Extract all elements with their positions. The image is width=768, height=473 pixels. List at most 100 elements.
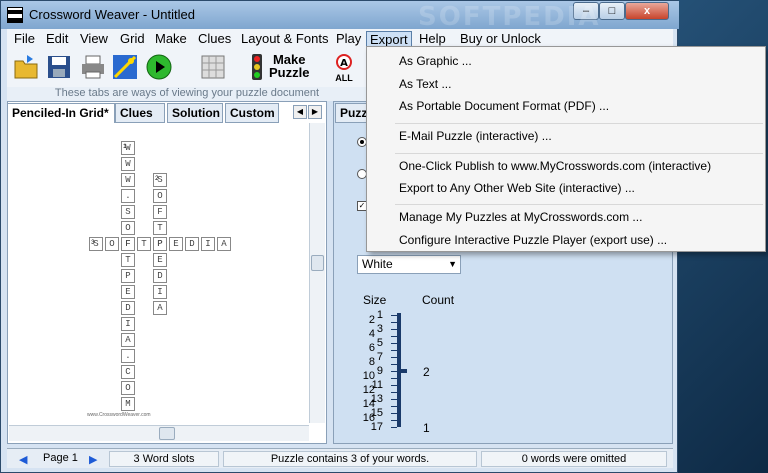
window-title: Crossword Weaver - Untitled: [29, 7, 195, 22]
size-slider-thumb[interactable]: [397, 369, 407, 373]
clue-number: 1: [123, 143, 127, 150]
cell-letter: W: [125, 159, 131, 169]
cell-letter: P: [125, 271, 131, 281]
grid-pattern-icon[interactable]: [199, 53, 227, 81]
one-click-publish[interactable]: One-Click Publish to www.MyCrosswords.co…: [399, 156, 711, 176]
cell-letter: I: [125, 319, 131, 329]
maximize-button[interactable]: □: [599, 2, 625, 20]
manage-my-puzzles[interactable]: Manage My Puzzles at MyCrosswords.com ..…: [399, 207, 642, 227]
cell-letter: O: [109, 239, 115, 249]
weave-wand-icon[interactable]: [111, 53, 139, 81]
tab-custom[interactable]: Custom: [225, 103, 279, 123]
cell-letter: T: [157, 223, 163, 233]
cell-letter: A: [221, 239, 227, 249]
word-2-cell[interactable]: E: [153, 253, 167, 267]
tab-solution[interactable]: Solution: [167, 103, 223, 123]
export-as-pdf[interactable]: As Portable Document Format (PDF) ...: [399, 96, 609, 116]
tab-clues[interactable]: Clues: [115, 103, 165, 123]
email-puzzle[interactable]: E-Mail Puzzle (interactive) ...: [399, 126, 552, 146]
color-select-value: White: [362, 257, 393, 271]
word-3-cell[interactable]: I: [201, 237, 215, 251]
menu-file[interactable]: File: [11, 31, 38, 48]
status-bar: ◀ Page 1 ▶ 3 Word slots Puzzle contains …: [7, 448, 673, 468]
play-icon[interactable]: [145, 53, 173, 81]
word-3-cell[interactable]: D: [185, 237, 199, 251]
word-1-cell[interactable]: S: [121, 205, 135, 219]
word-1-cell[interactable]: T: [121, 253, 135, 267]
word-1-cell[interactable]: W: [121, 173, 135, 187]
check-all-button[interactable]: A ALL: [331, 53, 357, 83]
export-other-website[interactable]: Export to Any Other Web Site (interactiv…: [399, 178, 635, 198]
vertical-scroll-thumb[interactable]: [311, 255, 324, 271]
crossword-grid[interactable]: www.CrosswordWeaver.com W1WW.SOFTPEDIA.C…: [9, 123, 309, 425]
word-1-cell[interactable]: W: [121, 157, 135, 171]
word-1-cell[interactable]: M: [121, 397, 135, 411]
word-3-cell[interactable]: T: [137, 237, 151, 251]
menu-separator: [395, 204, 763, 205]
horizontal-scroll-thumb[interactable]: [159, 427, 175, 440]
size-label: Size: [363, 293, 387, 307]
cell-letter: D: [189, 239, 195, 249]
menu-layout-fonts[interactable]: Layout & Fonts: [238, 31, 331, 48]
tab-scroll-left-icon[interactable]: ◀: [293, 105, 307, 119]
word-2-cell[interactable]: T: [153, 221, 167, 235]
word-2-cell[interactable]: S2: [153, 173, 167, 187]
word-3-cell[interactable]: F: [121, 237, 135, 251]
word-2-cell[interactable]: F: [153, 205, 167, 219]
word-1-cell[interactable]: W1: [121, 141, 135, 155]
vertical-scrollbar[interactable]: [309, 123, 325, 423]
word-1-cell[interactable]: A: [121, 333, 135, 347]
word-1-cell[interactable]: O: [121, 381, 135, 395]
word-1-cell[interactable]: .: [121, 189, 135, 203]
horizontal-scrollbar[interactable]: [9, 425, 309, 441]
next-page-icon[interactable]: ▶: [89, 453, 97, 466]
word-2-cell[interactable]: A: [153, 301, 167, 315]
menu-view[interactable]: View: [77, 31, 111, 48]
menu-separator: [395, 153, 763, 154]
word-2-cell[interactable]: D: [153, 269, 167, 283]
configure-puzzle-player[interactable]: Configure Interactive Puzzle Player (exp…: [399, 230, 667, 250]
word-2-cell[interactable]: O: [153, 189, 167, 203]
make-puzzle-label-2: Puzzle: [269, 65, 310, 80]
tabs-hint-text: These tabs are ways of viewing your puzz…: [7, 87, 367, 101]
grid-footer-text: www.CrosswordWeaver.com: [87, 412, 151, 418]
word-1-cell[interactable]: D: [121, 301, 135, 315]
word-2-cell[interactable]: I: [153, 285, 167, 299]
menu-make[interactable]: Make: [152, 31, 190, 48]
print-icon[interactable]: [79, 53, 107, 81]
background-color-select[interactable]: White ▼: [357, 255, 461, 274]
count-label: Count: [422, 293, 455, 307]
menu-edit[interactable]: Edit: [43, 31, 71, 48]
omitted-words-status: 0 words were omitted: [481, 451, 667, 467]
export-as-text[interactable]: As Text ...: [399, 74, 451, 94]
menu-clues[interactable]: Clues: [195, 31, 234, 48]
word-1-cell[interactable]: O: [121, 221, 135, 235]
export-dropdown-menu: As Graphic ... As Text ... As Portable D…: [366, 46, 766, 252]
cell-letter: E: [157, 255, 163, 265]
word-3-cell[interactable]: S3: [89, 237, 103, 251]
menu-grid[interactable]: Grid: [117, 31, 148, 48]
word-1-cell[interactable]: P: [121, 269, 135, 283]
open-folder-icon[interactable]: [13, 53, 41, 81]
word-3-cell[interactable]: O: [105, 237, 119, 251]
menu-play[interactable]: Play: [333, 31, 364, 48]
word-1-cell[interactable]: .: [121, 349, 135, 363]
word-1-cell[interactable]: E: [121, 285, 135, 299]
save-disk-icon[interactable]: [45, 53, 73, 81]
previous-page-icon[interactable]: ◀: [19, 453, 27, 466]
tab-penciled-in-grid[interactable]: Penciled-In Grid*: [7, 103, 115, 124]
clue-number: 3: [91, 239, 95, 246]
make-puzzle-button[interactable]: Make Puzzle: [269, 53, 309, 79]
export-as-graphic[interactable]: As Graphic ...: [399, 51, 472, 71]
tab-puzzle[interactable]: Puzzle: [335, 103, 369, 123]
cell-letter: D: [125, 303, 131, 313]
traffic-light-icon[interactable]: [243, 53, 271, 81]
word-1-cell[interactable]: I: [121, 317, 135, 331]
word-3-cell[interactable]: P: [153, 237, 167, 251]
cell-letter: W: [125, 175, 131, 185]
close-button[interactable]: x: [625, 2, 669, 20]
word-1-cell[interactable]: C: [121, 365, 135, 379]
tab-scroll-right-icon[interactable]: ▶: [308, 105, 322, 119]
word-3-cell[interactable]: E: [169, 237, 183, 251]
word-3-cell[interactable]: A: [217, 237, 231, 251]
